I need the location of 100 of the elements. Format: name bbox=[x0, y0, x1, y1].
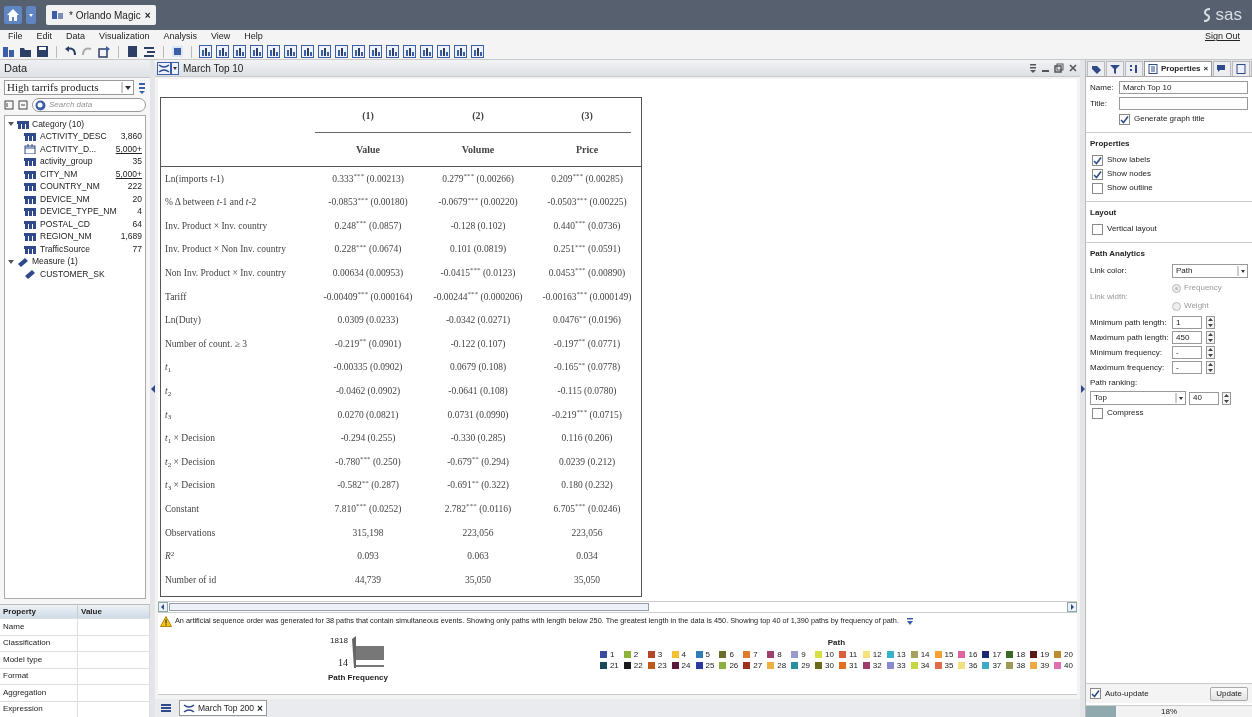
bar-chart-icon[interactable] bbox=[250, 45, 263, 58]
field-name[interactable]: ACTIVITY_DESC bbox=[40, 130, 117, 144]
checkbox[interactable] bbox=[1092, 407, 1103, 419]
text-field[interactable]: 450 bbox=[1172, 331, 1202, 344]
text-field[interactable]: - bbox=[1172, 346, 1202, 359]
field-name[interactable]: POSTAL_CD bbox=[40, 217, 129, 231]
tree-node[interactable]: Measure (1) bbox=[5, 255, 145, 268]
table-cell-text: -0.219$^{***}$ (0.0715) bbox=[550, 407, 623, 422]
field-name[interactable]: ACTIVITY_D... bbox=[40, 142, 112, 156]
panel-tab[interactable] bbox=[1106, 61, 1124, 76]
table-cell-text: -0.0679$^{***}$ (0.00220) bbox=[437, 195, 519, 210]
menu-item[interactable]: View bbox=[210, 30, 231, 44]
legend-label: 15 bbox=[944, 649, 954, 660]
horizontal-scrollbar[interactable] bbox=[158, 601, 1077, 613]
undo-icon[interactable] bbox=[64, 45, 77, 58]
table-cell-text: 0.248$^{***}$ (0.0857) bbox=[333, 218, 403, 233]
collapse-all-icon[interactable] bbox=[18, 100, 28, 110]
field-name[interactable]: activity_group bbox=[40, 155, 129, 169]
close-icon[interactable] bbox=[1068, 63, 1078, 73]
logo-text: sas bbox=[1215, 4, 1242, 27]
table-cell-text: -0.0415$^{***}$ (0.0123) bbox=[439, 266, 517, 281]
tree-node[interactable]: Category (10) bbox=[5, 118, 145, 131]
options-icon[interactable] bbox=[1029, 63, 1037, 73]
stack-icon[interactable] bbox=[161, 703, 171, 713]
table-cell-text: 35,050 bbox=[463, 573, 493, 587]
options-icon[interactable] bbox=[905, 616, 914, 626]
report-tab[interactable]: March Top 200 × bbox=[179, 700, 267, 716]
close-icon[interactable]: × bbox=[257, 700, 263, 716]
menu-item[interactable]: File bbox=[8, 30, 23, 44]
panel-tab[interactable]: Properties × bbox=[1144, 61, 1213, 76]
search-field[interactable]: Search data bbox=[32, 98, 146, 112]
field-name[interactable]: CUSTOMER_SK bbox=[40, 267, 142, 281]
field-name[interactable]: CITY_NM bbox=[40, 167, 112, 181]
menu-item[interactable]: Data bbox=[66, 30, 86, 44]
menu-item[interactable]: Edit bbox=[36, 30, 53, 44]
panel-icon[interactable] bbox=[126, 45, 139, 58]
search-input[interactable]: Search data bbox=[49, 99, 139, 111]
data-source-dropdown[interactable]: High tarrifs products bbox=[4, 80, 134, 95]
panel-tab[interactable] bbox=[1232, 61, 1251, 76]
expand-arrow-icon[interactable] bbox=[8, 121, 14, 128]
dropdown[interactable]: Path bbox=[1172, 264, 1248, 278]
scroll-left-icon[interactable] bbox=[158, 602, 168, 612]
expand-arrow-icon[interactable] bbox=[1080, 384, 1085, 393]
checkbox[interactable] bbox=[1092, 168, 1103, 180]
spinner-icon[interactable] bbox=[1206, 361, 1215, 374]
menu-item[interactable]: Help bbox=[244, 30, 263, 44]
update-button[interactable]: Update bbox=[1210, 686, 1248, 701]
export-icon[interactable] bbox=[98, 45, 111, 58]
spinner-icon[interactable] bbox=[1206, 346, 1215, 359]
expand-all-icon[interactable] bbox=[4, 100, 14, 110]
document-tab[interactable]: * Orlando Magic × bbox=[46, 5, 156, 25]
column-header[interactable]: Property bbox=[0, 605, 78, 618]
home-icon[interactable] bbox=[4, 6, 22, 24]
spinner-icon[interactable] bbox=[1206, 331, 1215, 344]
comments-icon bbox=[1217, 64, 1228, 74]
spinner-icon[interactable] bbox=[1222, 391, 1231, 405]
spinner-icon[interactable] bbox=[1206, 316, 1215, 329]
field-name[interactable]: COUNTRY_NM bbox=[40, 180, 124, 194]
options-icon[interactable] bbox=[138, 81, 146, 94]
dropdown[interactable]: Top bbox=[1090, 391, 1186, 405]
text-field[interactable]: - bbox=[1172, 361, 1202, 374]
checkbox[interactable] bbox=[1119, 113, 1130, 125]
list-icon[interactable] bbox=[143, 45, 156, 58]
collapse-arrow-icon[interactable] bbox=[150, 384, 155, 393]
dropdown-icon[interactable] bbox=[26, 6, 36, 24]
field-count: 35 bbox=[132, 155, 142, 169]
path-chart-icon[interactable] bbox=[157, 61, 179, 75]
checkbox[interactable] bbox=[1090, 688, 1101, 699]
row-label: t$_{1}$ bbox=[164, 361, 173, 375]
scroll-right-icon[interactable] bbox=[1067, 602, 1077, 612]
category-icon bbox=[24, 219, 36, 229]
save-icon[interactable] bbox=[36, 45, 49, 58]
panel-tab[interactable] bbox=[1213, 61, 1232, 76]
text-field[interactable]: 1 bbox=[1172, 316, 1202, 329]
field-name[interactable]: REGION_NM bbox=[40, 230, 117, 244]
checkbox[interactable] bbox=[1092, 223, 1103, 235]
report-icon bbox=[51, 9, 65, 21]
field-name[interactable]: TrafficSource bbox=[40, 242, 129, 256]
expand-arrow-icon[interactable] bbox=[8, 258, 14, 265]
panel-tab[interactable] bbox=[1087, 61, 1105, 76]
object-icon[interactable] bbox=[171, 45, 184, 58]
row-label: t$_{3}$ bbox=[164, 408, 173, 422]
field-name[interactable]: DEVICE_NM bbox=[40, 192, 129, 206]
checkbox[interactable] bbox=[1092, 154, 1103, 166]
field-count: 64 bbox=[132, 217, 142, 231]
text-field[interactable] bbox=[1119, 97, 1248, 110]
text-field[interactable]: March Top 10 bbox=[1119, 81, 1248, 94]
scrollbar-thumb[interactable] bbox=[169, 603, 649, 611]
close-icon[interactable]: × bbox=[1203, 63, 1209, 75]
table-cell-text: 0.034 bbox=[575, 550, 599, 564]
maximize-icon[interactable] bbox=[1054, 63, 1064, 73]
checkbox[interactable] bbox=[1092, 182, 1103, 194]
panel-tab[interactable] bbox=[1125, 61, 1143, 76]
menu-item[interactable]: Analysis bbox=[163, 30, 197, 44]
sign-out-link[interactable]: Sign Out bbox=[1204, 30, 1240, 44]
field-name[interactable]: DEVICE_TYPE_NM bbox=[40, 205, 134, 219]
menu-item[interactable]: Visualization bbox=[99, 30, 150, 44]
text-field[interactable]: 40 bbox=[1189, 391, 1219, 405]
close-icon[interactable]: × bbox=[144, 7, 151, 23]
table-cell-text: 6.705$^{***}$ (0.0246) bbox=[552, 502, 622, 516]
